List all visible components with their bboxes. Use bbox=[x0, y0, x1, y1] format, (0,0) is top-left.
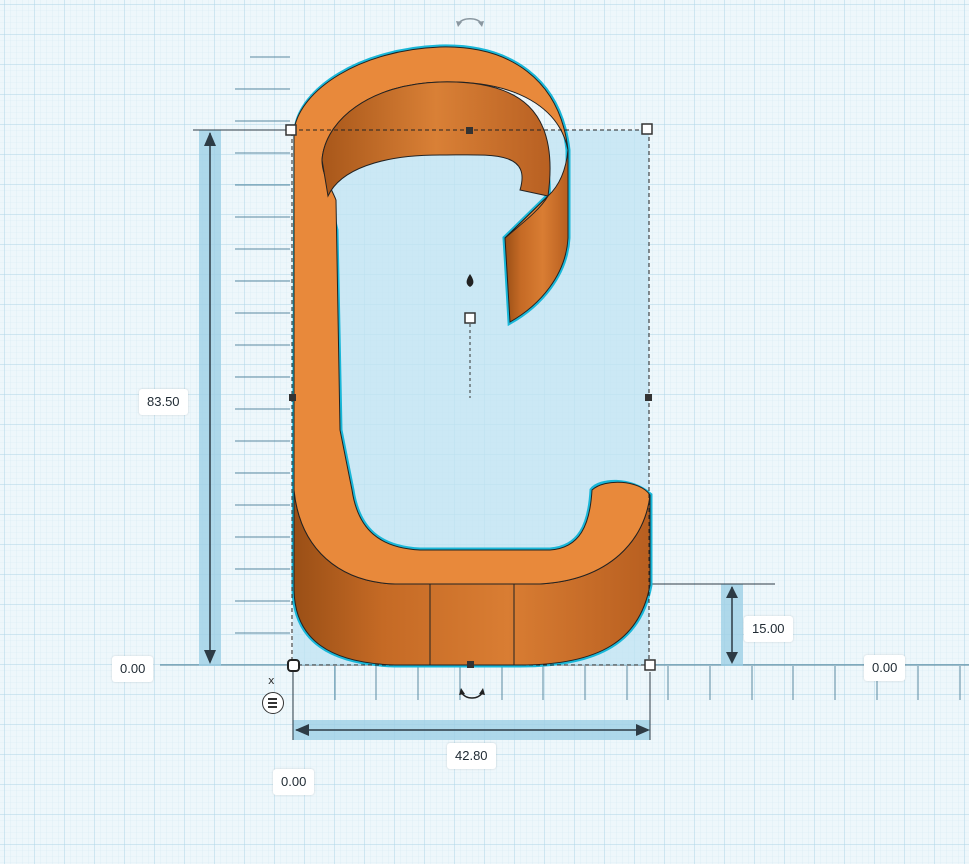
workplane-svg[interactable] bbox=[0, 0, 969, 864]
lift-handle-square[interactable] bbox=[464, 312, 476, 324]
handle-bottom-mid[interactable] bbox=[467, 661, 474, 668]
handle-bottom-right[interactable] bbox=[644, 659, 656, 671]
handle-top-right[interactable] bbox=[641, 123, 653, 135]
elevation-dimension-label[interactable]: 15.00 bbox=[744, 616, 793, 642]
close-icon[interactable]: x bbox=[268, 675, 275, 687]
workplane-canvas[interactable]: 83.50 42.80 15.00 0.00 0.00 0.00 x bbox=[0, 0, 969, 864]
origin-right-label[interactable]: 0.00 bbox=[864, 655, 906, 681]
handle-bottom-left[interactable] bbox=[287, 659, 300, 672]
handle-right-mid[interactable] bbox=[645, 394, 652, 401]
handle-top-mid[interactable] bbox=[466, 127, 473, 134]
handle-top-left[interactable] bbox=[285, 124, 297, 136]
width-dimension-label[interactable]: 42.80 bbox=[447, 743, 496, 769]
origin-bottom-label[interactable]: 0.00 bbox=[273, 769, 315, 795]
origin-left-label[interactable]: 0.00 bbox=[112, 656, 154, 682]
hamburger-menu-icon[interactable] bbox=[262, 692, 284, 714]
height-dimension-label[interactable]: 83.50 bbox=[139, 389, 188, 415]
handle-left-mid[interactable] bbox=[289, 394, 296, 401]
